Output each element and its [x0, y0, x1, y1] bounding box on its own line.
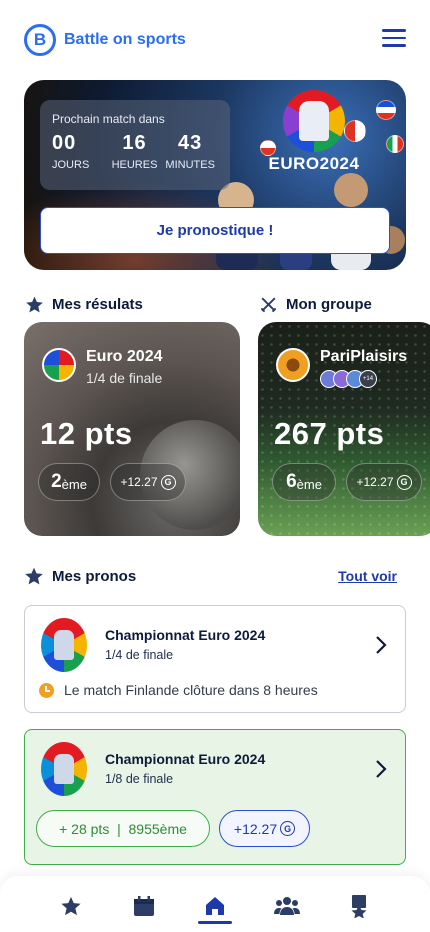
coins-chip: +12.27 G	[219, 810, 310, 847]
pronos-heading: Mes pronos	[24, 566, 136, 586]
points-rank-chip: + 28 pts | 8955ème	[36, 810, 210, 847]
nav-group-icon[interactable]	[267, 886, 307, 926]
coin-icon: G	[160, 474, 176, 490]
euro2024-logo: EURO2024	[264, 90, 364, 174]
prono-card[interactable]: Championnat Euro 2024 1/4 de finale Le m…	[24, 605, 406, 713]
points-value: 12 pts	[40, 416, 133, 451]
hamburger-menu-icon[interactable]	[382, 29, 406, 49]
results-heading: Mes résulats	[24, 294, 143, 314]
bottom-navigation	[0, 876, 430, 932]
coins-chip: +12.27 G	[346, 463, 422, 501]
chevron-right-icon[interactable]	[373, 758, 389, 780]
rank-chip: 2 ème	[38, 463, 100, 501]
nav-calendar-icon[interactable]	[124, 886, 164, 926]
group-name: PariPlaisirs	[320, 348, 408, 365]
nav-star-icon[interactable]	[51, 886, 91, 926]
see-all-link[interactable]: Tout voir	[338, 568, 397, 584]
trophy-icon	[283, 90, 345, 152]
member-avatars: +14	[320, 370, 407, 388]
nav-badge-icon[interactable]	[339, 886, 379, 926]
group-card-pariplaisirs[interactable]: PariPlaisirs +14 267 pts 6 ème +12.27 G	[258, 322, 430, 536]
card-subtitle: 1/4 de finale	[86, 370, 163, 386]
prono-title: Championnat Euro 2024	[105, 627, 266, 643]
star-icon	[24, 566, 44, 586]
countdown-minutes: 43 MINUTES	[165, 132, 215, 171]
app-title: Battle on sports	[64, 31, 186, 48]
rank-chip: 6 ème	[272, 463, 336, 501]
more-members-badge: +14	[359, 370, 377, 388]
euro-trophy-icon	[41, 618, 87, 672]
star-icon	[24, 294, 44, 314]
group-heading: Mon groupe	[258, 294, 372, 314]
result-card-euro[interactable]: Euro 2024 1/4 de finale 12 pts 2 ème +12.…	[24, 322, 240, 536]
nav-active-indicator	[198, 921, 232, 924]
app-logo[interactable]: B Battle on sports	[24, 24, 186, 56]
app-header: B Battle on sports	[0, 0, 430, 80]
euro-badge-icon	[42, 348, 76, 382]
card-title: Euro 2024	[86, 348, 163, 365]
countdown-days: 00 JOURS	[52, 132, 90, 171]
logo-icon: B	[24, 24, 56, 56]
prono-title: Championnat Euro 2024	[105, 751, 266, 767]
sunflower-avatar-icon	[276, 348, 310, 382]
points-value: 267 pts	[274, 416, 385, 451]
countdown-hours: 16 HEURES	[111, 132, 158, 171]
prono-card-won[interactable]: Championnat Euro 2024 1/8 de finale + 28…	[24, 729, 406, 865]
flag-ball-icon	[386, 135, 404, 153]
chevron-right-icon[interactable]	[373, 634, 389, 656]
prono-round: 1/8 de finale	[105, 772, 174, 786]
crossed-swords-icon	[258, 294, 278, 314]
euro-trophy-icon	[41, 742, 87, 796]
flag-ball-icon	[376, 100, 396, 120]
next-match-banner: EURO2024 Prochain match dans 00 JOURS 16…	[24, 80, 406, 270]
coin-icon: G	[280, 821, 296, 836]
countdown-title: Prochain match dans	[52, 112, 165, 126]
clock-icon	[39, 682, 54, 698]
coins-chip: +12.27 G	[110, 463, 186, 501]
prono-deadline-note: Le match Finlande clôture dans 8 heures	[39, 682, 318, 698]
predict-button[interactable]: Je pronostique !	[40, 207, 390, 254]
countdown-panel: Prochain match dans 00 JOURS 16 HEURES 4…	[40, 100, 230, 190]
nav-home-icon[interactable]	[195, 886, 235, 926]
coin-icon: G	[396, 474, 412, 490]
prono-round: 1/4 de finale	[105, 648, 174, 662]
